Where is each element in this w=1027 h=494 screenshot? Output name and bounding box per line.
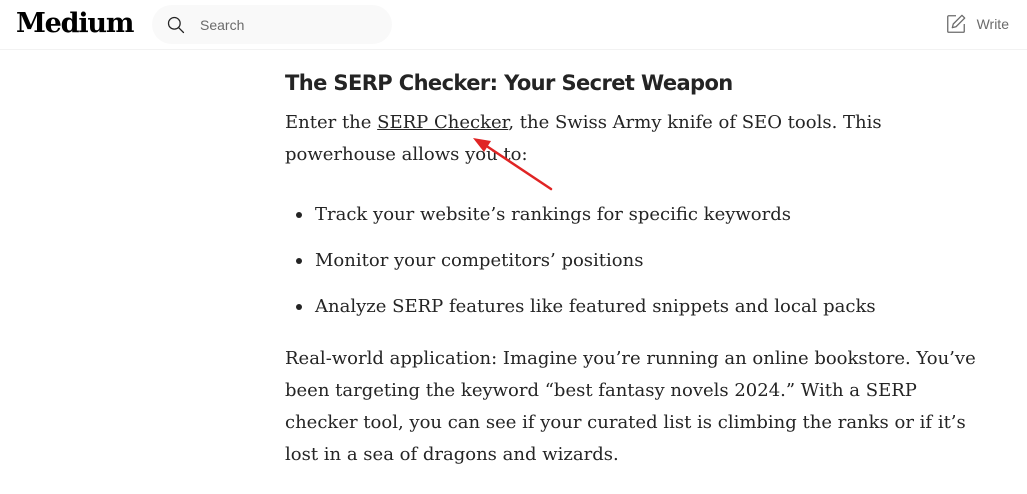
section-heading: The SERP Checker: Your Secret Weapon (285, 71, 733, 95)
article-body: The SERP Checker: Your Secret Weapon Ent… (285, 66, 985, 471)
bullet-dot (296, 304, 302, 310)
intro-paragraph: Enter the SERP Checker, the Swiss Army k… (285, 107, 985, 171)
write-icon (945, 13, 967, 35)
list-item-text: Analyze SERP features like featured snip… (315, 296, 876, 317)
write-label: Write (976, 16, 1009, 32)
feature-list: Track your website’s rankings for specif… (285, 199, 985, 323)
list-item-text: Monitor your competitors’ positions (315, 250, 644, 271)
bullet-dot (296, 258, 302, 264)
medium-logo[interactable]: Medium (16, 6, 134, 42)
bullet-dot (296, 212, 302, 218)
search-box[interactable] (152, 5, 392, 44)
list-item-text: Track your website’s rankings for specif… (315, 204, 792, 225)
intro-text-before-link: Enter the (285, 112, 378, 133)
list-item: Analyze SERP features like featured snip… (285, 291, 985, 323)
search-icon (166, 15, 186, 35)
list-item: Monitor your competitors’ positions (285, 245, 985, 277)
search-input[interactable] (198, 15, 378, 34)
serp-checker-link[interactable]: SERP Checker (377, 112, 508, 133)
list-item: Track your website’s rankings for specif… (285, 199, 985, 231)
body-paragraph: Real-world application: Imagine you’re r… (285, 348, 976, 465)
write-button[interactable]: Write (945, 13, 1009, 35)
top-navigation-bar: Medium Write (0, 0, 1027, 50)
